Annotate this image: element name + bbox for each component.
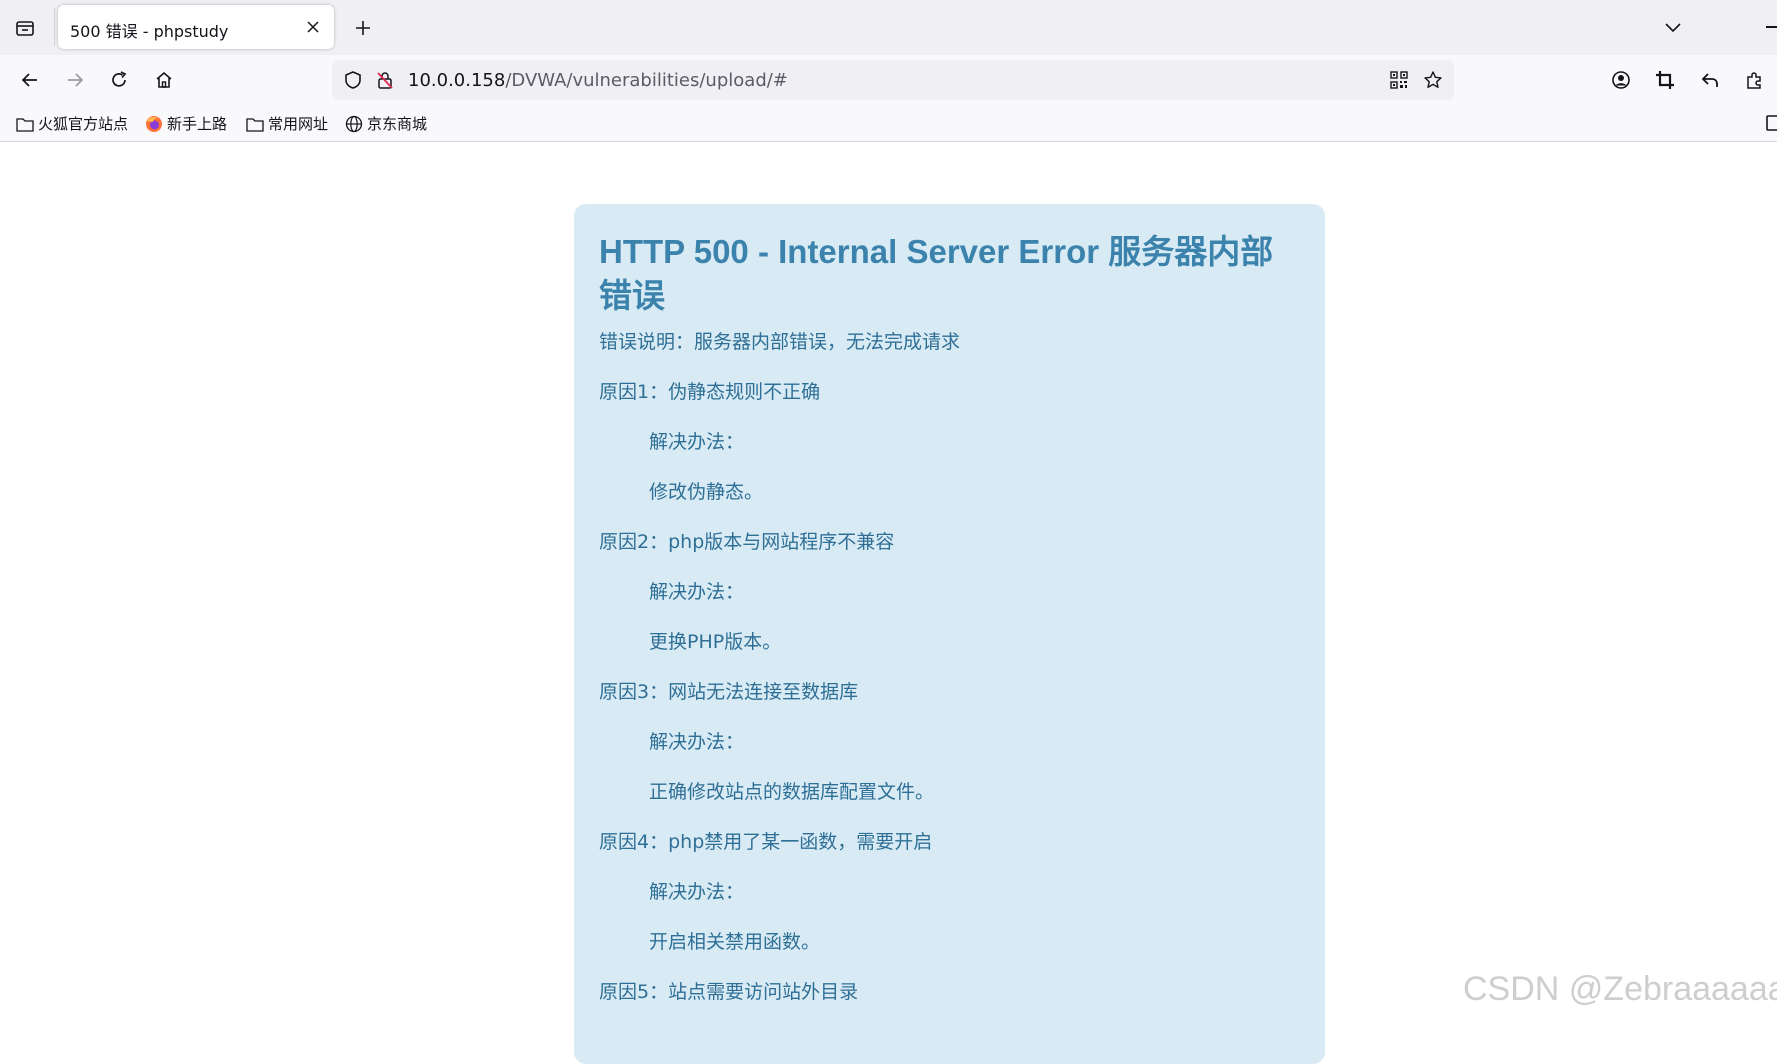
error-description: 错误说明：服务器内部错误，无法完成请求 bbox=[599, 331, 961, 353]
new-tab-button[interactable] bbox=[348, 13, 378, 43]
undo-button[interactable] bbox=[1695, 65, 1725, 95]
reason-text: 原因3：网站无法连接至数据库 bbox=[599, 681, 859, 703]
home-button[interactable] bbox=[149, 65, 179, 95]
reason-text: 原因4：php禁用了某一函数，需要开启 bbox=[599, 831, 933, 853]
reload-icon bbox=[112, 71, 127, 87]
reason-text: 原因2：php版本与网站程序不兼容 bbox=[599, 531, 895, 553]
qr-code-button[interactable] bbox=[1388, 69, 1410, 91]
solution-text: 开启相关禁用函数。 bbox=[649, 931, 821, 953]
tab-strip: 500 错误 - phpstudy bbox=[0, 0, 1777, 55]
folder-icon bbox=[16, 117, 34, 132]
chevron-down-icon bbox=[1665, 23, 1681, 33]
site-info-button[interactable] bbox=[374, 69, 396, 91]
solution-text: 修改伪静态。 bbox=[649, 481, 764, 503]
firefox-view-button[interactable] bbox=[10, 13, 40, 43]
bookmark-item[interactable]: 常用网址 bbox=[246, 113, 328, 134]
home-icon bbox=[156, 71, 172, 88]
bookmarks-toolbar: 火狐官方站点 新手上路 常用网址 京东商城 bbox=[0, 105, 1777, 142]
shield-icon bbox=[345, 71, 361, 89]
tab-active[interactable]: 500 错误 - phpstudy bbox=[58, 5, 334, 49]
solution-text: 更换PHP版本。 bbox=[649, 631, 782, 653]
solution-label: 解决办法： bbox=[649, 881, 745, 903]
close-icon bbox=[307, 21, 319, 33]
tab-title: 500 错误 - phpstudy bbox=[70, 22, 229, 41]
bookmark-label: 京东商城 bbox=[367, 115, 428, 133]
solution-label: 解决办法： bbox=[649, 431, 745, 453]
account-icon bbox=[1612, 71, 1630, 89]
bookmark-item[interactable]: 新手上路 bbox=[145, 113, 227, 134]
bookmark-label: 常用网址 bbox=[268, 115, 329, 133]
solution-text: 正确修改站点的数据库配置文件。 bbox=[649, 781, 935, 803]
url-bar[interactable]: 10.0.0.158/DVWA/vulnerabilities/upload/# bbox=[332, 60, 1454, 100]
undo-arrow-icon bbox=[1701, 73, 1718, 87]
error-title: HTTP 500 - Internal Server Error 服务器内部错误 bbox=[599, 233, 1274, 314]
globe-icon bbox=[345, 115, 363, 132]
folder-icon bbox=[246, 117, 264, 132]
bookmark-item[interactable]: 火狐官方站点 bbox=[16, 113, 128, 134]
window-minimize-button[interactable] bbox=[1766, 26, 1777, 28]
firefox-view-icon bbox=[16, 21, 34, 36]
solution-label: 解决办法： bbox=[649, 731, 745, 753]
bookmark-star-button[interactable] bbox=[1422, 69, 1444, 91]
bookmark-label: 火狐官方站点 bbox=[38, 115, 129, 133]
firefox-icon bbox=[146, 115, 162, 132]
plus-icon bbox=[356, 21, 370, 35]
tracking-protection-button[interactable] bbox=[342, 69, 364, 91]
crop-icon bbox=[1656, 71, 1674, 89]
watermark: CSDN @Zebraaaaaa bbox=[1463, 970, 1777, 1008]
bookmark-item[interactable]: 京东商城 bbox=[345, 113, 427, 134]
tab-close-button[interactable] bbox=[304, 18, 322, 36]
forward-button[interactable] bbox=[60, 65, 90, 95]
reason-text: 原因1：伪静态规则不正确 bbox=[599, 381, 821, 403]
url-path: /DVWA/vulnerabilities/upload/# bbox=[505, 70, 788, 91]
list-all-tabs-button[interactable] bbox=[1658, 13, 1688, 43]
url-text[interactable]: 10.0.0.158/DVWA/vulnerabilities/upload/# bbox=[408, 70, 788, 91]
navigation-toolbar: 10.0.0.158/DVWA/vulnerabilities/upload/# bbox=[0, 55, 1777, 105]
arrow-right-icon bbox=[68, 73, 84, 87]
screenshot-crop-button[interactable] bbox=[1650, 65, 1680, 95]
url-host: 10.0.0.158 bbox=[408, 70, 506, 91]
account-button[interactable] bbox=[1606, 65, 1636, 95]
star-icon bbox=[1424, 71, 1442, 88]
bookmark-label: 新手上路 bbox=[167, 115, 228, 133]
tab-separator bbox=[54, 8, 55, 46]
reason-text: 原因5：站点需要访问站外目录 bbox=[599, 981, 859, 1003]
insecure-lock-icon bbox=[377, 72, 393, 89]
reload-button[interactable] bbox=[104, 65, 134, 95]
other-bookmarks-icon[interactable] bbox=[1766, 114, 1777, 132]
solution-label: 解决办法： bbox=[649, 581, 745, 603]
error-box: HTTP 500 - Internal Server Error 服务器内部错误… bbox=[574, 204, 1325, 1064]
back-button[interactable] bbox=[15, 65, 45, 95]
extensions-button[interactable] bbox=[1740, 65, 1770, 95]
page-content: HTTP 500 - Internal Server Error 服务器内部错误… bbox=[0, 142, 1777, 1064]
qr-code-icon bbox=[1390, 71, 1408, 89]
puzzle-piece-icon bbox=[1747, 72, 1761, 89]
arrow-left-icon bbox=[21, 73, 37, 87]
